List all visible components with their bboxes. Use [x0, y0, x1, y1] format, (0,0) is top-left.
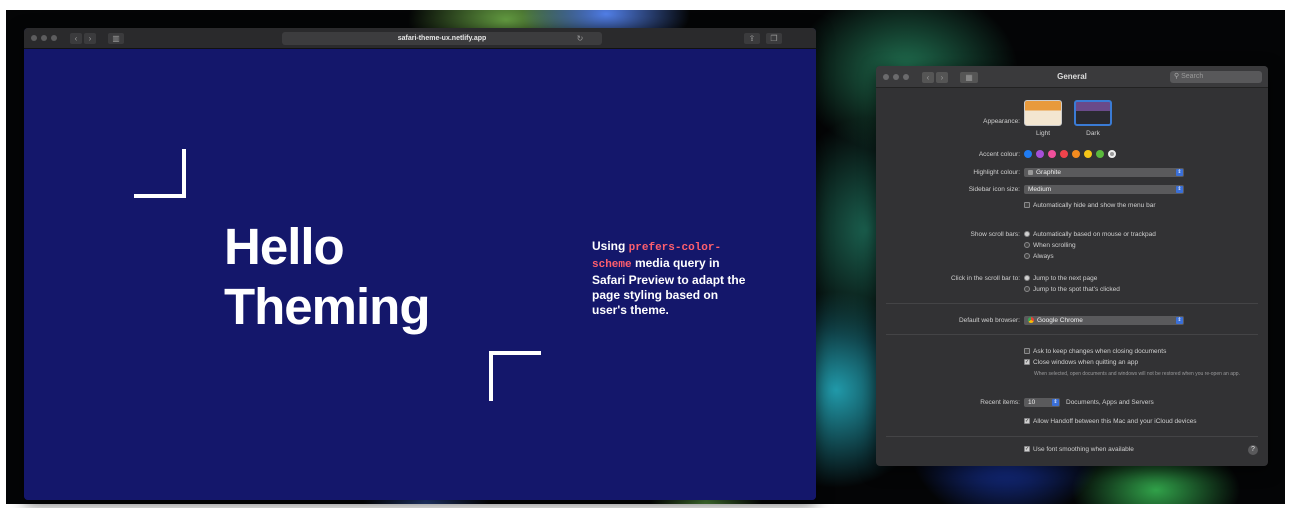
default-browser-label: Default web browser:: [958, 317, 1020, 324]
scroll-always-radio[interactable]: [1024, 253, 1030, 260]
sidebar-toggle-icon[interactable]: ▥: [108, 33, 124, 44]
ask-keep-option[interactable]: Ask to keep changes when closing documen…: [1024, 348, 1166, 355]
corner-bracket-top-left: [134, 149, 186, 198]
highlight-colour-label: Highlight colour:: [973, 169, 1020, 176]
accent-colour-swatch[interactable]: [1060, 150, 1068, 158]
font-smoothing-checkbox[interactable]: ✓: [1024, 446, 1030, 453]
handoff-checkbox[interactable]: ✓: [1024, 418, 1030, 425]
appearance-dark-thumb[interactable]: [1074, 100, 1112, 126]
graphite-swatch-icon: [1028, 169, 1033, 175]
font-smoothing-label: Use font smoothing when available: [1033, 446, 1134, 453]
zoom-window-button[interactable]: [51, 35, 57, 41]
ask-keep-label: Ask to keep changes when closing documen…: [1033, 348, 1167, 355]
font-smoothing-option[interactable]: ✓ Use font smoothing when available: [1024, 446, 1134, 453]
hero-heading: Hello Theming: [224, 217, 430, 337]
description-text: Using prefers-color-scheme media query i…: [592, 239, 752, 318]
click-opt2-label: Jump to the spot that's clicked: [1033, 286, 1120, 293]
accent-colour-label: Accent colour:: [978, 151, 1020, 158]
popup-chevron-icon: ⇕: [1176, 317, 1183, 324]
chrome-icon: [1028, 317, 1034, 324]
scroll-scrolling-radio[interactable]: [1024, 242, 1030, 249]
reload-icon[interactable]: ↻: [574, 33, 586, 44]
scroll-option-scrolling[interactable]: When scrolling: [1024, 242, 1076, 249]
click-option-spot[interactable]: Jump to the spot that's clicked: [1024, 286, 1120, 293]
scroll-opt2-label: When scrolling: [1033, 242, 1076, 249]
back-arrow-icon[interactable]: ‹: [70, 33, 82, 44]
desc-pre: Using: [592, 239, 629, 253]
accent-colour-swatch[interactable]: [1036, 150, 1044, 158]
ask-keep-checkbox[interactable]: [1024, 348, 1030, 355]
highlight-colour-popup[interactable]: Graphite ⇕: [1024, 168, 1184, 177]
accent-colour-swatch[interactable]: [1108, 150, 1116, 158]
menubar-option[interactable]: Automatically hide and show the menu bar: [1024, 202, 1156, 209]
appearance-label: Appearance:: [983, 118, 1020, 125]
recent-items-popup[interactable]: 10 ⇕: [1024, 398, 1060, 407]
recent-items-label: Recent items:: [980, 399, 1020, 406]
prefs-search-field[interactable]: ⚲ Search: [1170, 71, 1262, 83]
share-icon[interactable]: ⇪: [744, 33, 760, 44]
safari-window: ‹ › ▥ safari-theme-ux.netlify.app ↻ ⇪ ❐ …: [24, 28, 816, 500]
close-windows-note: When selected, open documents and window…: [1034, 371, 1240, 377]
accent-colour-swatch[interactable]: [1024, 150, 1032, 158]
address-bar[interactable]: safari-theme-ux.netlify.app: [282, 32, 602, 45]
appearance-light-label: Light: [1035, 130, 1051, 137]
default-browser-popup[interactable]: Google Chrome ⇕: [1024, 316, 1184, 325]
accent-colour-swatch[interactable]: [1048, 150, 1056, 158]
appearance-dark-label: Dark: [1086, 130, 1100, 137]
popup-chevron-icon: ⇕: [1176, 186, 1183, 193]
forward-arrow-icon[interactable]: ›: [84, 33, 96, 44]
sidebar-size-label: Sidebar icon size:: [968, 186, 1020, 193]
highlight-value: Graphite: [1036, 169, 1061, 176]
menubar-checkbox[interactable]: [1024, 202, 1030, 209]
click-next-page-radio[interactable]: [1024, 275, 1030, 282]
accent-colour-swatch[interactable]: [1084, 150, 1092, 158]
close-windows-option[interactable]: ✓ Close windows when quitting an app: [1024, 359, 1138, 366]
handoff-option[interactable]: ✓ Allow Handoff between this Mac and your…: [1024, 418, 1197, 425]
separator: [886, 334, 1258, 335]
popup-chevron-icon: ⇕: [1052, 399, 1059, 406]
prefs-toolbar: ‹ › ▦ General ⚲ Search: [876, 66, 1268, 88]
scroll-auto-radio[interactable]: [1024, 231, 1030, 238]
close-window-button[interactable]: [31, 35, 37, 41]
separator: [886, 436, 1258, 437]
appearance-light-thumb[interactable]: [1024, 100, 1062, 126]
help-icon: ?: [1251, 446, 1255, 453]
search-placeholder: Search: [1181, 73, 1204, 80]
hero-line-1: Hello: [224, 218, 345, 275]
help-button[interactable]: ?: [1248, 445, 1258, 455]
handoff-label: Allow Handoff between this Mac and your …: [1033, 418, 1197, 425]
menubar-option-label: Automatically hide and show the menu bar: [1033, 202, 1156, 209]
click-option-next-page[interactable]: Jump to the next page: [1024, 275, 1097, 282]
sidebar-size-value: Medium: [1028, 186, 1052, 193]
click-spot-radio[interactable]: [1024, 286, 1030, 293]
recent-items-value: 10: [1028, 399, 1036, 406]
close-windows-label: Close windows when quitting an app: [1033, 359, 1139, 366]
hero-line-2: Theming: [224, 278, 430, 335]
minimize-window-button[interactable]: [41, 35, 47, 41]
url-text: safari-theme-ux.netlify.app: [397, 35, 487, 42]
tabs-overview-icon[interactable]: ❐: [766, 33, 782, 44]
safari-toolbar: ‹ › ▥ safari-theme-ux.netlify.app ↻ ⇪ ❐: [24, 28, 816, 49]
popup-chevron-icon: ⇕: [1176, 169, 1183, 176]
accent-colour-swatch[interactable]: [1096, 150, 1104, 158]
click-scroll-label: Click in the scroll bar to:: [951, 275, 1020, 282]
scroll-option-always[interactable]: Always: [1024, 253, 1054, 260]
close-windows-checkbox[interactable]: ✓: [1024, 359, 1030, 366]
system-preferences-window: ‹ › ▦ General ⚲ Search Appearance: Light…: [876, 66, 1268, 466]
web-page: Hello Theming Using prefers-color-scheme…: [24, 49, 816, 500]
browser-value: Google Chrome: [1037, 317, 1083, 324]
scroll-opt3-label: Always: [1033, 253, 1054, 260]
corner-bracket-bottom-right: [489, 351, 541, 401]
accent-colour-swatch[interactable]: [1072, 150, 1080, 158]
scroll-bars-label: Show scroll bars:: [970, 231, 1021, 238]
click-opt1-label: Jump to the next page: [1033, 275, 1098, 282]
sidebar-size-popup[interactable]: Medium ⇕: [1024, 185, 1184, 194]
scroll-option-auto[interactable]: Automatically based on mouse or trackpad: [1024, 231, 1156, 238]
scroll-opt1-label: Automatically based on mouse or trackpad: [1033, 231, 1156, 238]
recent-items-suffix: Documents, Apps and Servers: [1066, 399, 1154, 406]
separator: [886, 303, 1258, 304]
